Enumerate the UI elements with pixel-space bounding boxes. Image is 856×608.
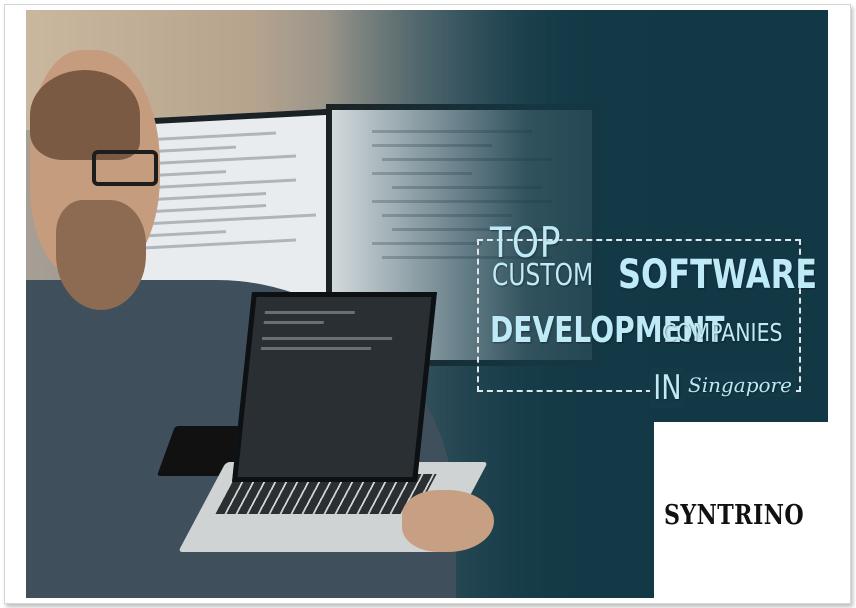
glasses-icon <box>92 150 158 186</box>
hand-on-mouse <box>402 490 494 552</box>
developer-head <box>30 50 160 310</box>
brand-logo: SYNTRINO <box>664 500 805 531</box>
headline-custom: CUSTOM <box>492 258 594 293</box>
headline-software: SOFTWARE <box>618 252 818 298</box>
laptop-screen <box>232 292 437 482</box>
headline-in: IN <box>650 368 685 408</box>
headline-companies: COMPANIES <box>662 318 783 347</box>
headline-singapore: Singapore <box>684 373 796 397</box>
beard <box>56 200 146 310</box>
hair <box>30 70 140 160</box>
